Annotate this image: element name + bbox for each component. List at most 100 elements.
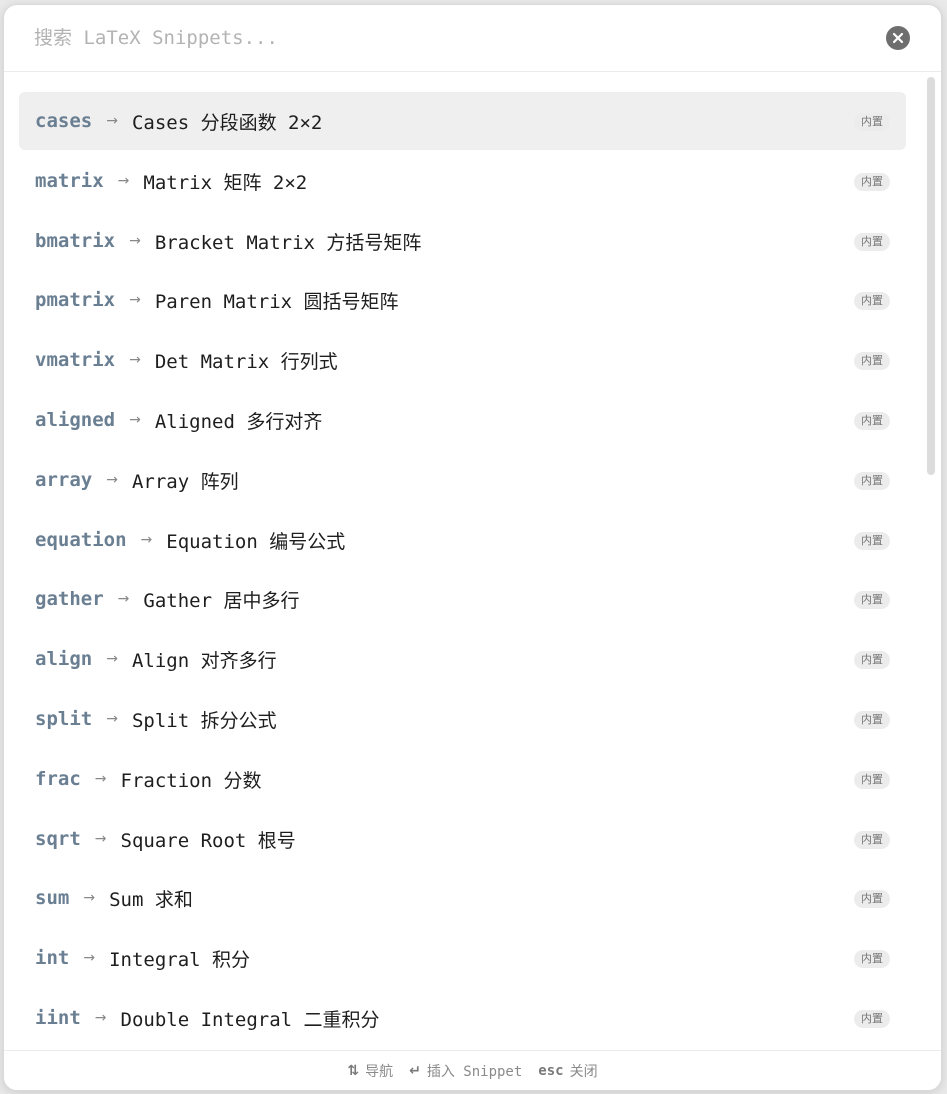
- arrow-right-icon: →: [129, 292, 141, 308]
- snippet-description: Gather 居中多行: [143, 589, 300, 612]
- snippet-trigger: bmatrix: [35, 230, 116, 252]
- snippet-row-content: int → Integral 积分: [35, 929, 250, 987]
- hint-close-label: 关闭: [569, 1064, 598, 1080]
- snippet-row-split[interactable]: split → Split 拆分公式 内置: [19, 690, 906, 748]
- snippet-row-aligned[interactable]: aligned → Aligned 多行对齐 内置: [19, 391, 906, 449]
- snippet-row-content: pmatrix → Paren Matrix 圆括号矩阵: [35, 271, 399, 329]
- snippet-description: Integral 积分: [109, 948, 251, 971]
- snippet-description: Fraction 分数: [120, 769, 262, 792]
- snippet-trigger: cases: [35, 110, 93, 132]
- arrow-right-icon: →: [94, 831, 107, 847]
- builtin-badge: 内置: [854, 532, 890, 550]
- snippet-description: Equation 编号公式: [166, 530, 346, 553]
- snippet-row-iint[interactable]: iint → Double Integral 二重积分 内置: [19, 989, 906, 1047]
- snippet-trigger: gather: [35, 588, 104, 610]
- snippet-description: Bracket Matrix 方括号矩阵: [154, 231, 422, 254]
- snippet-row-content: matrix → Matrix 矩阵 2×2: [35, 152, 307, 210]
- arrow-right-icon: →: [106, 711, 118, 727]
- snippet-description: Square Root 根号: [120, 829, 296, 852]
- builtin-badge: 内置: [854, 233, 890, 251]
- snippet-description: Array 阵列: [131, 470, 239, 493]
- snippet-row-content: sum → Sum 求和: [35, 869, 193, 927]
- arrow-right-icon: →: [117, 591, 130, 607]
- arrow-right-icon: →: [117, 173, 130, 189]
- hint-close: esc 关闭: [538, 1061, 597, 1081]
- snippet-description: Aligned 多行对齐: [154, 410, 323, 433]
- builtin-badge: 内置: [854, 890, 890, 908]
- snippet-row-array[interactable]: array → Array 阵列 内置: [19, 451, 906, 509]
- arrow-right-icon: →: [83, 950, 96, 966]
- builtin-badge: 内置: [854, 472, 890, 490]
- snippet-row-content: frac → Fraction 分数: [35, 750, 261, 808]
- snippet-trigger: sqrt: [35, 828, 81, 850]
- snippet-description: Cases 分段函数 2×2: [131, 111, 323, 134]
- snippet-trigger: split: [35, 708, 93, 730]
- hint-navigate-label: 导航: [365, 1064, 394, 1080]
- snippet-row-int[interactable]: int → Integral 积分 内置: [19, 929, 906, 987]
- close-button[interactable]: [886, 26, 910, 50]
- snippet-row-vmatrix[interactable]: vmatrix → Det Matrix 行列式 内置: [19, 331, 906, 389]
- snippet-row-gather[interactable]: gather → Gather 居中多行 内置: [19, 570, 906, 628]
- builtin-badge: 内置: [854, 1010, 890, 1028]
- snippet-row-bmatrix[interactable]: bmatrix → Bracket Matrix 方括号矩阵 内置: [19, 212, 906, 270]
- arrow-right-icon: →: [83, 890, 96, 906]
- snippet-row-content: bmatrix → Bracket Matrix 方括号矩阵: [35, 212, 421, 270]
- snippet-description: Det Matrix 行列式: [154, 350, 338, 373]
- snippet-description: Paren Matrix 圆括号矩阵: [154, 290, 399, 313]
- snippet-trigger: iint: [35, 1007, 81, 1029]
- builtin-badge: 内置: [854, 771, 890, 789]
- arrow-right-icon: →: [129, 233, 141, 249]
- snippet-trigger: sum: [35, 887, 70, 909]
- scrollbar[interactable]: [927, 77, 935, 475]
- esc-key: esc: [538, 1063, 564, 1079]
- snippet-description: Double Integral 二重积分: [120, 1008, 380, 1031]
- footer-hints: ⇅ 导航 ↵ 插入 Snippet esc 关闭: [4, 1050, 941, 1090]
- builtin-badge: 内置: [854, 950, 890, 968]
- snippet-list[interactable]: cases → Cases 分段函数 2×2 内置 matrix → Matrix 矩阵 2…: [4, 72, 941, 1050]
- builtin-badge: 内置: [854, 831, 890, 849]
- snippet-trigger: pmatrix: [35, 289, 116, 311]
- arrow-right-icon: →: [129, 352, 141, 368]
- arrow-right-icon: →: [94, 771, 107, 787]
- snippet-row-content: iint → Double Integral 二重积分: [35, 989, 380, 1047]
- builtin-badge: 内置: [854, 292, 890, 310]
- arrow-right-icon: →: [106, 651, 118, 667]
- snippet-row-content: align → Align 对齐多行: [35, 630, 277, 688]
- snippet-row-content: aligned → Aligned 多行对齐: [35, 391, 322, 449]
- builtin-badge: 内置: [854, 173, 890, 191]
- snippet-trigger: matrix: [35, 170, 104, 192]
- arrow-right-icon: →: [129, 412, 141, 428]
- arrow-right-icon: →: [94, 1010, 107, 1026]
- builtin-badge: 内置: [854, 711, 890, 729]
- hint-insert: ↵ 插入 Snippet: [409, 1061, 522, 1081]
- snippet-row-pmatrix[interactable]: pmatrix → Paren Matrix 圆括号矩阵 内置: [19, 271, 906, 329]
- snippet-row-matrix[interactable]: matrix → Matrix 矩阵 2×2 内置: [19, 152, 906, 210]
- snippet-description: Matrix 矩阵 2×2: [143, 171, 308, 194]
- search-input[interactable]: [34, 23, 854, 53]
- snippet-row-content: cases → Cases 分段函数 2×2: [35, 92, 322, 150]
- close-icon: [892, 32, 904, 44]
- builtin-badge: 内置: [854, 651, 890, 669]
- snippet-row-content: vmatrix → Det Matrix 行列式: [35, 331, 338, 389]
- snippet-row-sum[interactable]: sum → Sum 求和 内置: [19, 869, 906, 927]
- snippet-trigger: frac: [35, 768, 81, 790]
- snippet-trigger: vmatrix: [35, 349, 116, 371]
- snippet-row-sqrt[interactable]: sqrt → Square Root 根号 内置: [19, 810, 906, 868]
- snippet-palette: cases → Cases 分段函数 2×2 内置 matrix → Matrix 矩阵 2…: [3, 4, 942, 1091]
- snippet-description: Align 对齐多行: [131, 649, 277, 672]
- arrow-right-icon: →: [140, 532, 153, 548]
- builtin-badge: 内置: [854, 591, 890, 609]
- snippet-row-equation[interactable]: equation → Equation 编号公式 内置: [19, 511, 906, 569]
- hint-navigate: ⇅ 导航: [347, 1061, 393, 1081]
- snippet-row-content: equation → Equation 编号公式: [35, 511, 345, 569]
- builtin-badge: 内置: [854, 113, 890, 131]
- snippet-trigger: equation: [35, 529, 127, 551]
- snippet-row-content: split → Split 拆分公式: [35, 690, 277, 748]
- snippet-description: Sum 求和: [109, 888, 193, 911]
- snippet-row-cases[interactable]: cases → Cases 分段函数 2×2 内置: [19, 92, 906, 150]
- snippet-row-frac[interactable]: frac → Fraction 分数 内置: [19, 750, 906, 808]
- snippet-row-align[interactable]: align → Align 对齐多行 内置: [19, 630, 906, 688]
- enter-icon: ↵: [409, 1063, 421, 1079]
- snippet-trigger: aligned: [35, 409, 116, 431]
- snippet-row-content: sqrt → Square Root 根号: [35, 810, 296, 868]
